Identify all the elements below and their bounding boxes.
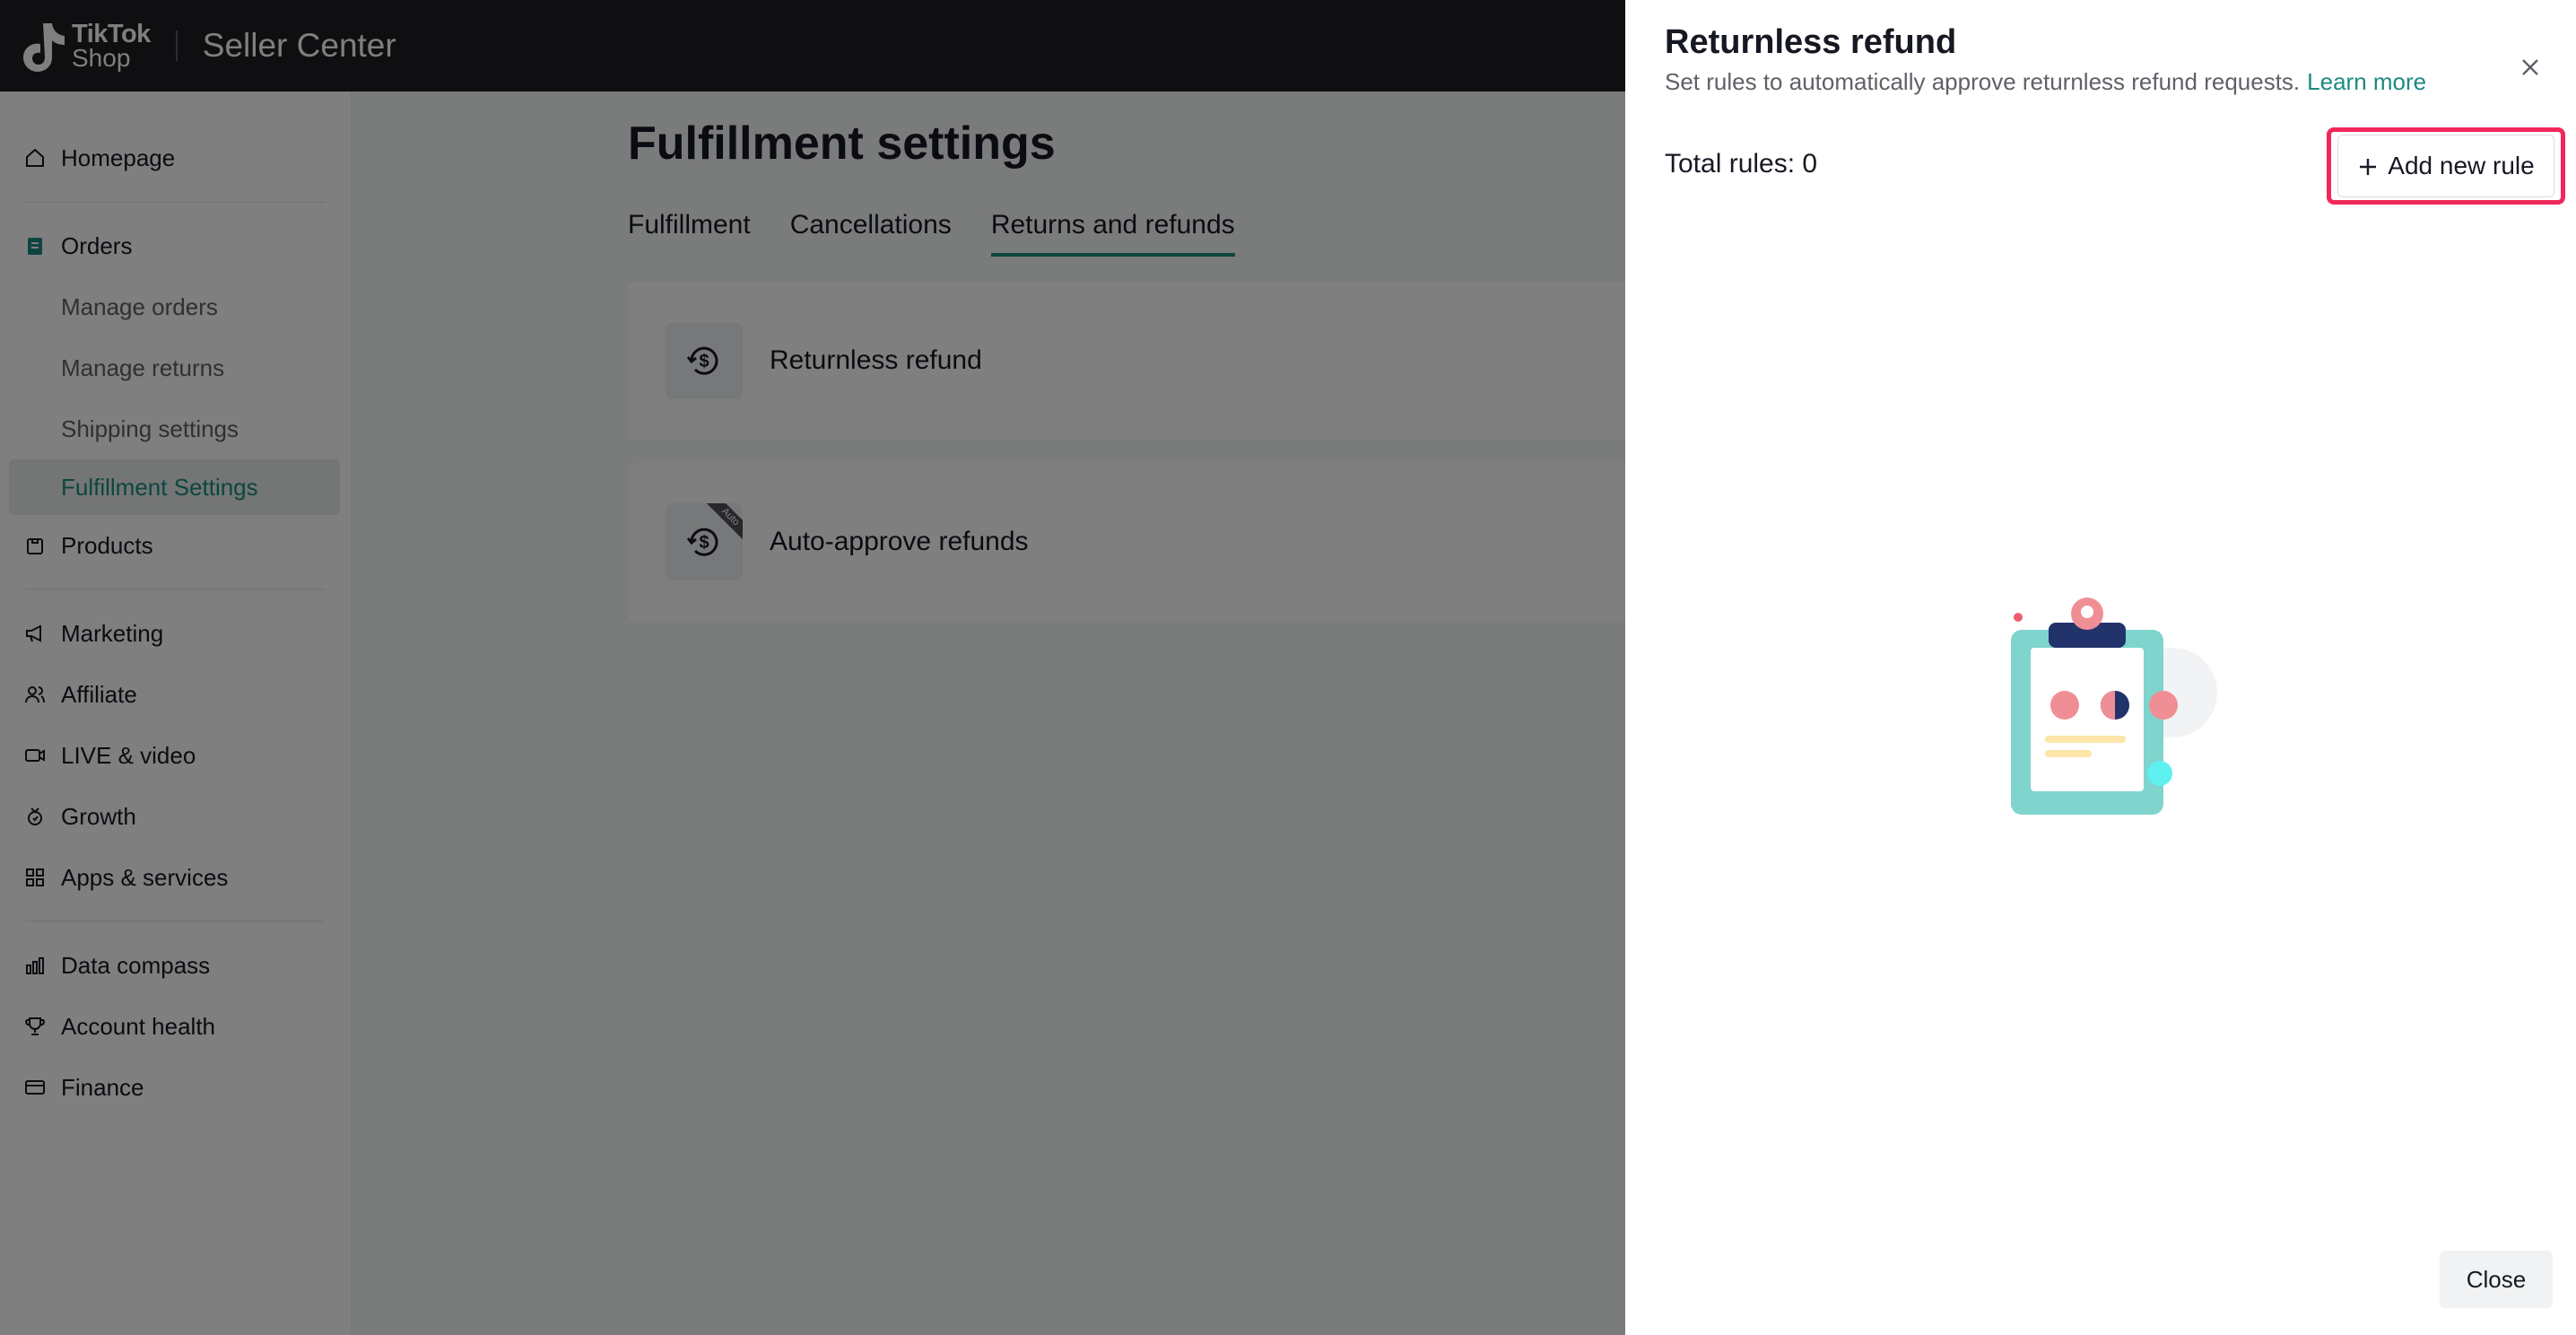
total-rules-count: Total rules: 0 xyxy=(1665,149,1818,179)
close-icon[interactable] xyxy=(2517,54,2544,81)
learn-more-link[interactable]: Learn more xyxy=(2307,68,2426,95)
drawer-description-text: Set rules to automatically approve retur… xyxy=(1665,68,2301,95)
plus-icon xyxy=(2357,155,2379,177)
modal-overlay[interactable] xyxy=(0,0,1625,1335)
add-new-rule-button[interactable]: Add new rule xyxy=(2337,135,2554,197)
add-new-rule-label: Add new rule xyxy=(2388,152,2535,179)
close-button[interactable]: Close xyxy=(2440,1251,2553,1308)
drawer-title: Returnless refund xyxy=(1665,23,1957,61)
drawer-description: Set rules to automatically approve retur… xyxy=(1665,68,2426,96)
empty-state-clipboard-icon xyxy=(1993,596,2226,820)
returnless-refund-drawer: Returnless refund Set rules to automatic… xyxy=(1625,0,2576,1335)
